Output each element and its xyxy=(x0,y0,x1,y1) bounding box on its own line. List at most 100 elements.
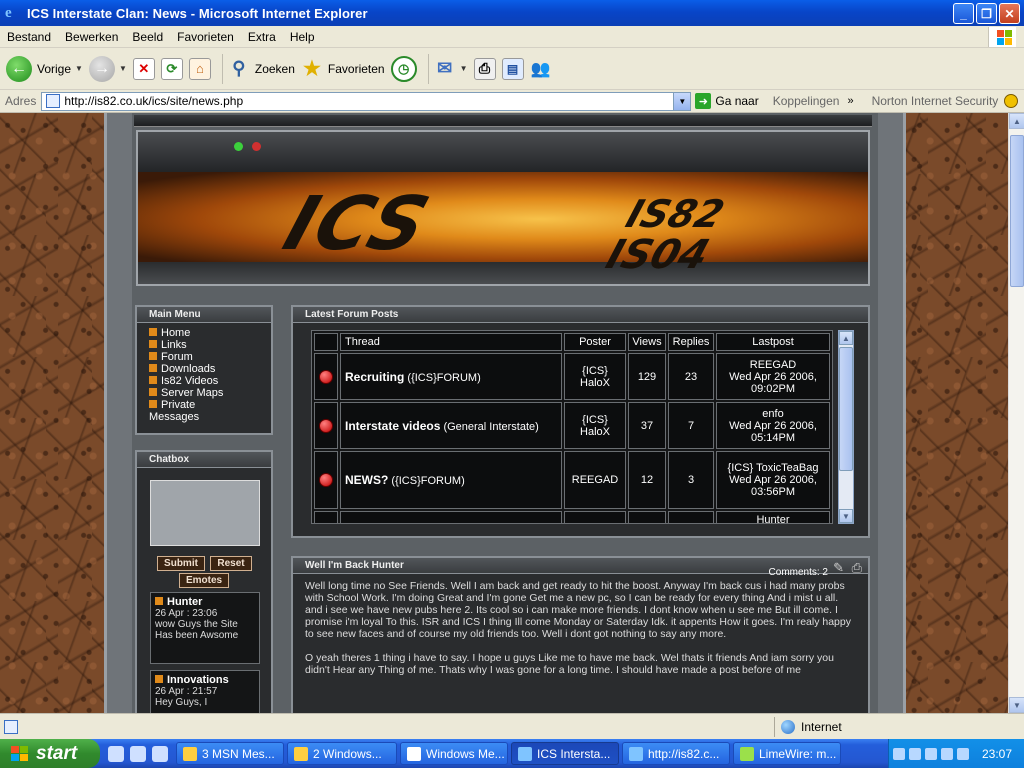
chevron-down-icon[interactable]: ▼ xyxy=(460,64,468,73)
chat-emotes-button[interactable]: Emotes xyxy=(179,573,229,588)
lastpost-cell: {ICS} ToxicTeaBag Wed Apr 26 2006, 03:56P… xyxy=(716,451,830,509)
thread-link[interactable]: Interstate videos xyxy=(345,419,440,433)
menu-item-private[interactable]: Private xyxy=(149,399,271,411)
menu-item-links[interactable]: Links xyxy=(149,339,271,351)
home-button[interactable]: ⌂ xyxy=(188,52,211,86)
menu-favorieten[interactable]: Favorieten xyxy=(170,30,241,44)
task-is82-site[interactable]: http://is82.c... xyxy=(622,742,730,765)
outlook-icon[interactable] xyxy=(108,745,124,762)
bullet-icon xyxy=(155,675,163,683)
browser-scrollbar[interactable]: ▲ ▼ xyxy=(1008,113,1024,713)
print-button[interactable]: ⎙ xyxy=(473,52,496,86)
site-banner: ICS IS82 IS04 xyxy=(136,130,870,286)
mail-button[interactable]: ✉ ▼ xyxy=(434,52,468,86)
menu-item-server-maps[interactable]: Server Maps xyxy=(149,387,271,399)
menu-item-messages[interactable]: Messages xyxy=(137,411,271,423)
stop-button[interactable]: ✕ xyxy=(132,52,155,86)
history-button[interactable]: ◷ xyxy=(390,52,417,86)
col-thread: Thread xyxy=(340,333,562,351)
page-viewport: ICS IS82 IS04 Main Menu Home Links Forum… xyxy=(0,113,1008,713)
lastpost-user[interactable]: enfo xyxy=(719,408,827,420)
task-limewire[interactable]: LimeWire: m... xyxy=(733,742,841,765)
printer-icon[interactable]: ⎙ xyxy=(852,560,862,576)
scroll-up-icon[interactable]: ▲ xyxy=(1009,113,1024,129)
minimize-button[interactable]: _ xyxy=(953,3,974,24)
scroll-thumb[interactable] xyxy=(1010,135,1024,287)
chevron-down-icon[interactable]: ▼ xyxy=(75,64,83,73)
table-row: Recruiting ({ICS}FORUM) {ICS} HaloX 129 … xyxy=(314,353,830,400)
norton-tray-icon[interactable] xyxy=(941,747,953,760)
menu-extra[interactable]: Extra xyxy=(241,30,283,44)
menu-beeld[interactable]: Beeld xyxy=(125,30,170,44)
links-button[interactable]: Koppelingen xyxy=(773,94,840,108)
edit-button[interactable]: ▤ xyxy=(501,52,524,86)
chevron-right-icon[interactable]: » xyxy=(847,95,853,107)
go-button[interactable]: ➜ Ga naar xyxy=(695,93,759,109)
refresh-button[interactable]: ⟳ xyxy=(160,52,183,86)
ie-icon xyxy=(629,746,643,761)
messenger-button[interactable]: 👥 xyxy=(530,52,552,86)
chat-submit-button[interactable]: Submit xyxy=(157,556,205,571)
clock[interactable]: 23:07 xyxy=(982,747,1012,761)
menu-item-home[interactable]: Home xyxy=(149,327,271,339)
star-icon: ★ xyxy=(302,58,321,80)
chat-input[interactable] xyxy=(150,480,260,546)
favorites-button[interactable]: ★ Favorieten xyxy=(301,52,385,86)
menu-help[interactable]: Help xyxy=(283,30,322,44)
norton-icon[interactable] xyxy=(1004,94,1019,108)
lastpost-user[interactable]: {ICS} ToxicTeaBag xyxy=(719,462,827,474)
ie-quicklaunch-icon[interactable] xyxy=(130,745,146,762)
chat-reset-button[interactable]: Reset xyxy=(210,556,252,571)
tray-expand-icon[interactable] xyxy=(893,747,905,760)
menu-item-label: Is82 Videos xyxy=(161,375,219,387)
scroll-down-icon[interactable]: ▼ xyxy=(1009,697,1024,713)
forum-scrollbar[interactable]: ▲ ▼ xyxy=(838,330,854,524)
quick-launch xyxy=(108,745,168,762)
scroll-thumb[interactable] xyxy=(839,347,853,471)
address-label: Adres xyxy=(5,94,37,108)
task-windows-explorer[interactable]: 2 Windows... xyxy=(287,742,397,765)
network-icon[interactable] xyxy=(909,747,921,760)
topic-cell xyxy=(314,353,338,400)
url-input[interactable]: http://is82.co.uk/ics/site/news.php ▼ xyxy=(41,91,692,111)
menu-bewerken[interactable]: Bewerken xyxy=(58,30,125,44)
poster-cell[interactable]: {ICS} HaloX xyxy=(564,402,626,449)
scroll-up-icon[interactable]: ▲ xyxy=(839,331,853,345)
poster-cell[interactable]: {ICS} HaloX xyxy=(564,353,626,400)
start-button[interactable]: start xyxy=(0,739,100,768)
menu-item-videos[interactable]: Is82 Videos xyxy=(149,375,271,387)
volume-icon[interactable] xyxy=(957,747,969,760)
close-button[interactable]: ✕ xyxy=(999,3,1020,24)
poster-cell[interactable]: REEGAD xyxy=(564,451,626,509)
back-button[interactable]: ← Vorige ▼ xyxy=(6,52,83,86)
chat-message: Hunter 26 Apr : 23:06 wow Guys the Site … xyxy=(150,592,260,664)
menu-bestand[interactable]: Bestand xyxy=(0,30,58,44)
messenger-icon: 👥 xyxy=(530,60,551,78)
media-player-icon[interactable] xyxy=(152,745,168,762)
task-windows-media[interactable]: Windows Me... xyxy=(400,742,508,765)
menu-item-downloads[interactable]: Downloads xyxy=(149,363,271,375)
chevron-down-icon[interactable]: ▼ xyxy=(673,92,691,110)
lastpost-user[interactable]: REEGAD xyxy=(719,359,827,371)
task-ics-interstate[interactable]: ICS Intersta... xyxy=(511,742,619,765)
chevron-down-icon[interactable]: ▼ xyxy=(119,64,127,73)
menu-item-forum[interactable]: Forum xyxy=(149,351,271,363)
thread-link[interactable]: Recruiting xyxy=(345,370,404,384)
search-button[interactable]: ⚲ Zoeken xyxy=(228,52,295,86)
task-msn[interactable]: 3 MSN Mes... xyxy=(176,742,284,765)
ie-icon xyxy=(518,746,532,761)
taskbar: start 3 MSN Mes... 2 Windows... Windows … xyxy=(0,739,1024,768)
maximize-button[interactable]: ❐ xyxy=(976,3,997,24)
norton-label[interactable]: Norton Internet Security xyxy=(872,94,999,108)
scroll-down-icon[interactable]: ▼ xyxy=(839,509,853,523)
lastpost-cell: enfo Wed Apr 26 2006, 05:14PM xyxy=(716,402,830,449)
chat-time: 26 Apr : 21:57 xyxy=(155,686,218,697)
task-label: 3 MSN Mes... xyxy=(202,746,275,761)
forward-button[interactable]: → ▼ xyxy=(88,52,127,86)
comments-link[interactable]: Comments: 2 xyxy=(769,567,828,578)
url-text: http://is82.co.uk/ics/site/news.php xyxy=(64,94,244,108)
messenger-tray-icon[interactable] xyxy=(925,747,937,760)
comment-icon[interactable]: ✎ xyxy=(833,560,844,576)
thread-link[interactable]: NEWS? xyxy=(345,473,388,487)
banner-fire-image xyxy=(138,172,868,266)
